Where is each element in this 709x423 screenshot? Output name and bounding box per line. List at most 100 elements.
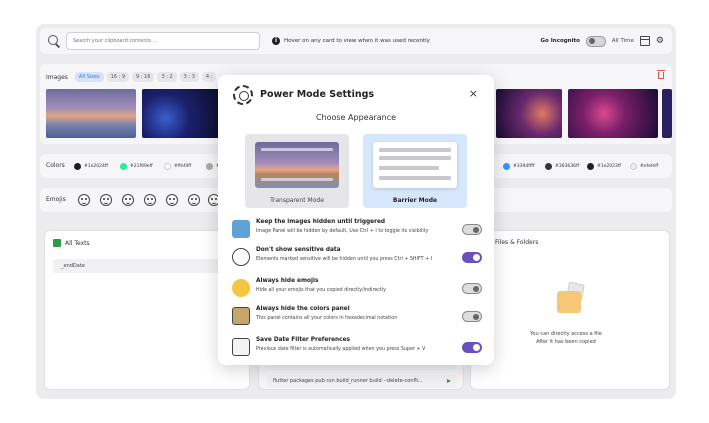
color-swatch <box>164 163 171 170</box>
color-swatch <box>545 163 552 170</box>
emoji-icon[interactable] <box>78 194 90 206</box>
barrier-mode-option[interactable]: Barrier Mode <box>363 134 467 208</box>
hide-images-toggle[interactable] <box>462 224 482 235</box>
all-texts-title: All Texts <box>65 239 90 247</box>
hide-emojis-toggle[interactable] <box>462 283 482 294</box>
files-empty-illustration <box>553 281 589 317</box>
emojis-label: Emojis <box>46 196 66 203</box>
image-thumbnail[interactable] <box>496 89 562 138</box>
incognito-toggle[interactable] <box>585 35 606 47</box>
emoji-icon[interactable] <box>188 194 200 206</box>
color-chip[interactable]: #21f09eff <box>120 163 153 170</box>
color-chip[interactable]: #1e2023ff <box>587 163 621 170</box>
info-icon: i <box>272 37 280 45</box>
incognito-label: Go Incognito <box>540 38 580 44</box>
text-item-label: flutter packages pub run build_runner bu… <box>273 378 423 384</box>
text-icon <box>53 239 61 247</box>
filter-chip-9-16[interactable]: 9 : 16 <box>132 72 155 82</box>
barrier-mode-label: Barrier Mode <box>392 197 438 204</box>
setting-description: Previous date filter is automatically ap… <box>256 347 426 352</box>
setting-title: Keep the images hidden until triggered <box>256 219 386 225</box>
calendar-icon <box>232 338 250 356</box>
image-thumbnail[interactable] <box>568 89 658 138</box>
color-chip[interactable]: #ffef4ff <box>164 163 191 170</box>
calendar-icon[interactable] <box>639 36 650 46</box>
emoji-icon[interactable] <box>100 194 112 206</box>
colors-label: Colors <box>46 162 65 169</box>
filter-chip-3-3[interactable]: 3 : 3 <box>179 72 199 82</box>
emoji-icon[interactable] <box>122 194 134 206</box>
preview-bar <box>261 148 333 151</box>
delete-icon[interactable] <box>657 70 665 79</box>
all-texts-header: All Texts <box>53 239 90 247</box>
color-hex: #21f09eff <box>130 164 153 169</box>
color-chip[interactable]: #1e2024ff <box>74 163 108 170</box>
filter-chip-4[interactable]: 4 : <box>201 72 217 82</box>
hover-hint-text: Hover on any card to view when it was us… <box>284 38 430 44</box>
setting-description: Hide all your emojis that you copied dir… <box>256 288 386 293</box>
setting-hide-colors: Always hide the colors panel This panel … <box>232 306 482 334</box>
color-swatch <box>587 163 594 170</box>
eye-off-icon <box>232 248 250 266</box>
color-hex: #3394ffff <box>513 164 535 169</box>
image-thumbnail[interactable] <box>46 89 136 138</box>
search-icon <box>48 35 60 47</box>
image-thumbnail[interactable] <box>142 89 220 138</box>
image-icon <box>232 220 250 238</box>
filter-chip-16-9[interactable]: 16 : 9 <box>106 72 130 82</box>
setting-title: Always hide the colors panel <box>256 306 350 312</box>
filter-chip-3-2[interactable]: 3 : 2 <box>157 72 177 82</box>
text-item[interactable]: _endDate <box>53 259 233 273</box>
top-bar: i Hover on any card to view when it was … <box>40 28 672 54</box>
transparent-mode-option[interactable]: Transparent Mode <box>245 134 349 208</box>
barrier-mode-preview <box>373 142 457 188</box>
color-chip[interactable]: #3394ffff <box>503 163 534 170</box>
time-filter-label[interactable]: All Time <box>612 38 634 44</box>
date-filter-toggle[interactable] <box>462 342 482 353</box>
transparent-mode-label: Transparent Mode <box>270 197 324 204</box>
text-item[interactable]: flutter packages pub run build_runner bu… <box>267 375 457 388</box>
color-chip[interactable]: #efefeff <box>630 163 658 170</box>
emoji-icon[interactable] <box>166 194 178 206</box>
color-swatch <box>74 163 81 170</box>
run-icon[interactable] <box>447 379 451 383</box>
close-button[interactable]: × <box>469 87 478 100</box>
setting-title: Don't show sensitive data <box>256 247 341 253</box>
images-label: Images <box>46 73 68 81</box>
hide-colors-toggle[interactable] <box>462 311 482 322</box>
preview-bar <box>261 178 333 181</box>
preview-bar <box>379 166 439 170</box>
dialog-title: Power Mode Settings <box>260 89 375 100</box>
color-hex: #ffef4ff <box>174 164 192 169</box>
preview-bar <box>379 156 451 160</box>
color-hex: #1e2023ff <box>597 164 621 169</box>
setting-sensitive-data: Don't show sensitive data Elements marke… <box>232 247 482 275</box>
color-swatch <box>120 163 127 170</box>
color-hex: #efefeff <box>640 164 659 169</box>
setting-hide-emojis: Always hide emojis Hide all your emojis … <box>232 278 482 306</box>
preview-bar <box>379 148 451 152</box>
search-input[interactable] <box>66 32 260 50</box>
files-title: Files & Folders <box>495 239 539 246</box>
image-thumbnail[interactable] <box>662 89 672 138</box>
files-header: Files & Folders <box>495 239 538 246</box>
files-panel: Files & Folders You can directly access … <box>470 230 670 390</box>
color-chip[interactable]: #363636ff <box>545 163 579 170</box>
gear-icon <box>233 85 253 105</box>
transparent-mode-preview <box>255 142 339 188</box>
hover-hint: i Hover on any card to view when it was … <box>272 37 430 45</box>
sensitive-data-toggle[interactable] <box>462 252 482 263</box>
color-swatch <box>206 163 213 170</box>
palette-box-icon <box>232 307 250 325</box>
filter-chip-all-sizes[interactable]: All Sizes <box>74 72 104 82</box>
preview-bar <box>379 176 451 180</box>
setting-title: Save Date Filter Preferences <box>256 337 351 343</box>
emoji-icon[interactable] <box>144 194 156 206</box>
appearance-subtitle: Choose Appearance <box>315 113 397 122</box>
settings-gear-icon[interactable]: ⚙ <box>656 36 664 46</box>
setting-title: Always hide emojis <box>256 278 319 284</box>
setting-description: Elements marked sensitive will be hidden… <box>256 257 433 262</box>
setting-hide-images: Keep the images hidden until triggered I… <box>232 219 482 247</box>
files-note-line2: After it has been copied <box>536 339 596 345</box>
files-note-line1: You can directly access a file <box>530 331 602 337</box>
